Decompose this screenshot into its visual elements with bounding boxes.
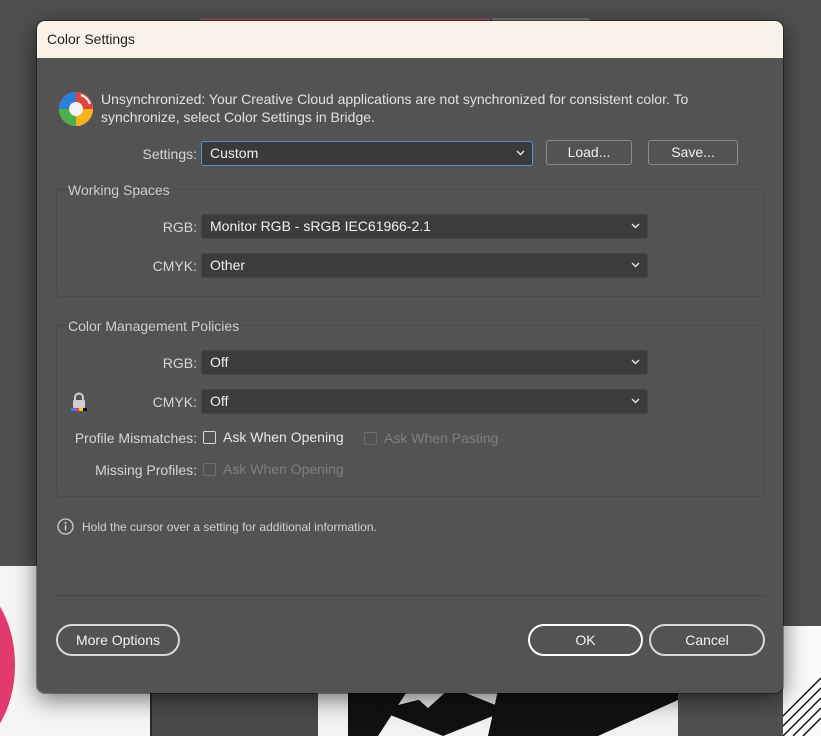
policy-rgb-value: Off	[210, 354, 229, 370]
settings-dropdown[interactable]: Custom	[201, 141, 533, 166]
chevron-down-icon	[516, 150, 525, 156]
policy-rgb-dropdown[interactable]: Off	[201, 350, 648, 375]
divider	[55, 595, 765, 596]
color-settings-dialog: Color Settings Unsynchronized: Your Crea…	[37, 21, 783, 693]
mismatch-ask-pasting-checkbox: Ask When Pasting	[364, 430, 498, 446]
missing-profiles-label: Missing Profiles:	[95, 462, 197, 478]
policy-cmyk-value: Off	[210, 393, 229, 409]
missing-ask-opening-label: Ask When Opening	[223, 461, 344, 477]
save-button[interactable]: Save...	[648, 140, 738, 165]
bg-artboard	[150, 690, 318, 736]
policy-cmyk-label: CMYK:	[152, 394, 197, 410]
chevron-down-icon	[631, 398, 640, 404]
more-options-button[interactable]: More Options	[56, 624, 180, 656]
load-button[interactable]: Load...	[546, 140, 632, 165]
cancel-button[interactable]: Cancel	[649, 624, 765, 656]
info-text: Hold the cursor over a setting for addit…	[82, 519, 377, 534]
mismatch-ask-opening-label: Ask When Opening	[223, 429, 344, 445]
bg-artboard	[318, 690, 348, 736]
working-rgb-dropdown[interactable]: Monitor RGB - sRGB IEC61966-2.1	[201, 214, 648, 239]
bg-artwork-lines	[762, 626, 821, 736]
policy-cmyk-dropdown[interactable]: Off	[201, 389, 648, 414]
working-spaces-title: Working Spaces	[68, 182, 170, 198]
profile-mismatches-label: Profile Mismatches:	[74, 430, 197, 446]
missing-ask-opening-checkbox: Ask When Opening	[203, 461, 344, 477]
checkbox-box[interactable]	[203, 430, 216, 444]
ok-button[interactable]: OK	[528, 624, 643, 656]
working-cmyk-value: Other	[210, 257, 246, 273]
working-cmyk-dropdown[interactable]: Other	[201, 253, 648, 278]
working-rgb-value: Monitor RGB - sRGB IEC61966-2.1	[210, 218, 431, 234]
working-rgb-label: RGB:	[162, 219, 197, 235]
mismatch-ask-opening-checkbox[interactable]: Ask When Opening	[203, 429, 344, 445]
chevron-down-icon	[631, 359, 640, 365]
dialog-title[interactable]: Color Settings	[37, 21, 783, 58]
color-sync-icon	[57, 90, 95, 128]
policy-rgb-label: RGB:	[162, 355, 197, 371]
info-row: Hold the cursor over a setting for addit…	[57, 518, 377, 535]
mismatch-ask-pasting-label: Ask When Pasting	[384, 430, 499, 446]
sync-message-text: Unsynchronized: Your Creative Cloud appl…	[101, 91, 689, 125]
checkbox-box	[203, 462, 216, 476]
color-policies-title: Color Management Policies	[68, 318, 240, 334]
chevron-down-icon	[631, 223, 640, 229]
sync-message: Unsynchronized: Your Creative Cloud appl…	[57, 90, 741, 128]
checkbox-box	[364, 431, 377, 445]
settings-value: Custom	[210, 145, 259, 161]
working-spaces-group	[56, 189, 765, 297]
working-cmyk-label: CMYK:	[152, 258, 197, 274]
info-icon	[57, 518, 74, 535]
chevron-down-icon	[631, 262, 640, 268]
settings-label: Settings:	[142, 146, 197, 162]
bg-artwork-pattern	[348, 690, 678, 736]
